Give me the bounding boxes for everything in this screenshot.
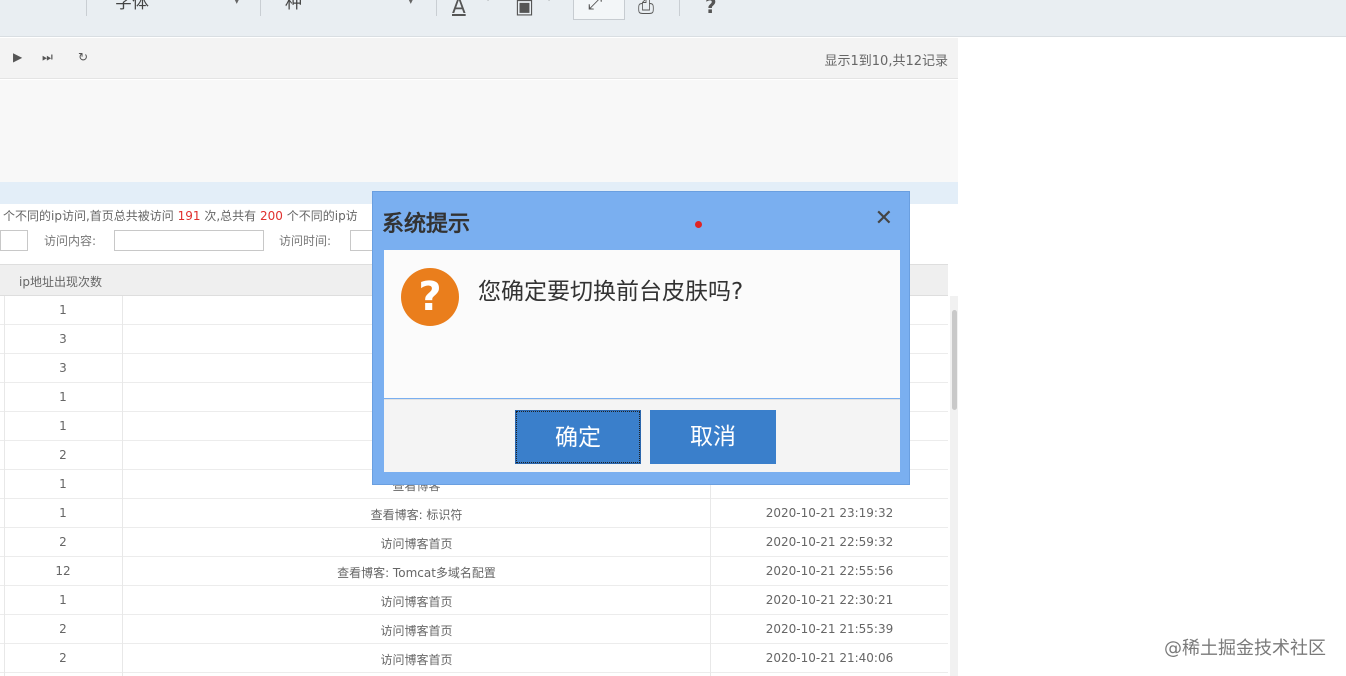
cell-content: 查看博客: Tomcat多域名配置 [337,566,496,580]
font-size-select[interactable]: 字体 [115,0,149,13]
system-prompt-dialog: 系统提示 ✕ ? 您确定要切换前台皮肤吗? 确定 取消 [372,191,910,485]
cell-ip-count: 12 [55,564,71,578]
distinct-ip-count: 200 [260,209,283,223]
content-search-input[interactable] [114,230,264,251]
help-icon[interactable]: ? [705,0,717,18]
table-scrollbar[interactable] [950,296,958,676]
cell-ip-count: 2 [59,448,67,462]
toolbar-separator [260,0,261,16]
font-color-icon[interactable]: A [452,0,466,18]
close-icon[interactable]: ✕ [875,206,893,231]
stats-middle: 次,总共有 [204,209,257,223]
table-row[interactable]: 1 查看博客: 标识符 2020-10-21 23:19:32 [0,499,948,528]
cell-time: 2020-10-21 22:55:56 [765,564,894,578]
cell-time: 2020-10-21 22:59:32 [765,535,894,549]
cell-time: 2020-10-21 21:40:06 [765,651,894,665]
dialog-footer: 确定 取消 [384,399,900,472]
chevron-down-icon[interactable]: ▾ [485,0,491,4]
cell-ip-count: 2 [59,651,67,665]
column-divider [4,296,5,676]
cursor-dot [695,221,702,228]
font-family-select-value: 种 [285,0,302,13]
cell-ip-count: 3 [59,332,67,346]
watermark: @稀土掘金技术社区 [1164,638,1326,659]
next-page-icon[interactable]: ▶ [13,50,22,64]
preview-icon[interactable]: ⎙ [638,0,654,18]
dialog-body: ? 您确定要切换前台皮肤吗? [384,250,900,398]
cell-ip-count: 1 [59,390,67,404]
confirm-button[interactable]: 确定 [515,410,641,464]
cell-ip-count: 1 [59,506,67,520]
cell-ip-count: 1 [59,477,67,491]
font-size-select-value: 字体 [115,0,149,13]
pagination-info: 显示1到10,共12记录 [824,54,949,69]
time-label: 访问时间: [279,234,332,248]
cell-ip-count: 3 [59,361,67,375]
cell-ip-count: 1 [59,593,67,607]
column-divider [122,296,123,676]
editor-toolbar: 字体 ▾ 种 ▾ A ▾ ▣ ▾ ⤢ ⎙ ? [0,0,1346,37]
table-row[interactable]: 1 访问博客首页 2020-10-21 22:30:21 [0,586,948,615]
toolbar-separator [679,0,680,16]
column-header-ip-count[interactable]: ip地址出现次数 [19,273,102,290]
ip-search-input[interactable] [0,230,28,251]
table-row[interactable]: 12 查看博客: Tomcat多域名配置 2020-10-21 22:55:56 [0,557,948,586]
stats-prefix: 个不同的ip访问,首页总共被访问 [3,209,174,223]
cell-content: 查看博客: 标识符 [370,508,463,522]
table-row[interactable]: 2 访问博客首页 2020-10-21 21:40:06 [0,644,948,673]
question-icon: ? [401,268,459,326]
cell-time: 2020-10-21 22:30:21 [765,593,894,607]
last-page-icon[interactable]: ⏭ [42,50,53,65]
scrollbar-thumb[interactable] [952,310,957,410]
dialog-message: 您确定要切换前台皮肤吗? [478,279,744,305]
fullscreen-icon: ⤢ [588,0,603,14]
toolbar-separator [86,0,87,16]
cell-time: 2020-10-21 23:19:32 [765,506,894,520]
image-icon[interactable]: ▣ [515,0,534,18]
cell-ip-count: 2 [59,622,67,636]
cell-ip-count: 2 [59,535,67,549]
toolbar-separator [436,0,437,16]
content-area [0,80,958,182]
stats-suffix: 个不同的ip访 [286,209,358,223]
cell-ip-count: 1 [59,303,67,317]
cell-content: 访问博客首页 [380,537,453,551]
font-family-select[interactable]: 种 [285,0,302,13]
visit-stats: 个不同的ip访问,首页总共被访问 191 次,总共有 200 个不同的ip访 [3,207,358,224]
fullscreen-button[interactable]: ⤢ [573,0,625,20]
refresh-icon[interactable]: ↻ [78,50,88,64]
cell-content: 访问博客首页 [380,653,453,667]
table-row[interactable]: 2 访问博客首页 2020-10-21 22:59:32 [0,528,948,557]
dialog-title: 系统提示 [382,212,471,237]
chevron-down-icon[interactable]: ▾ [546,0,552,4]
cell-content: 访问博客首页 [380,624,453,638]
content-label: 访问内容: [44,234,97,248]
pagination-bar: ▶ ⏭ ↻ 显示1到10,共12记录 [0,38,958,79]
total-visits: 191 [177,209,201,223]
cancel-button[interactable]: 取消 [650,410,776,464]
cell-time: 2020-10-21 21:55:39 [765,622,894,636]
table-row[interactable]: 2 访问博客首页 2020-10-21 21:55:39 [0,615,948,644]
cell-content: 访问博客首页 [380,595,453,609]
cell-ip-count: 1 [59,419,67,433]
